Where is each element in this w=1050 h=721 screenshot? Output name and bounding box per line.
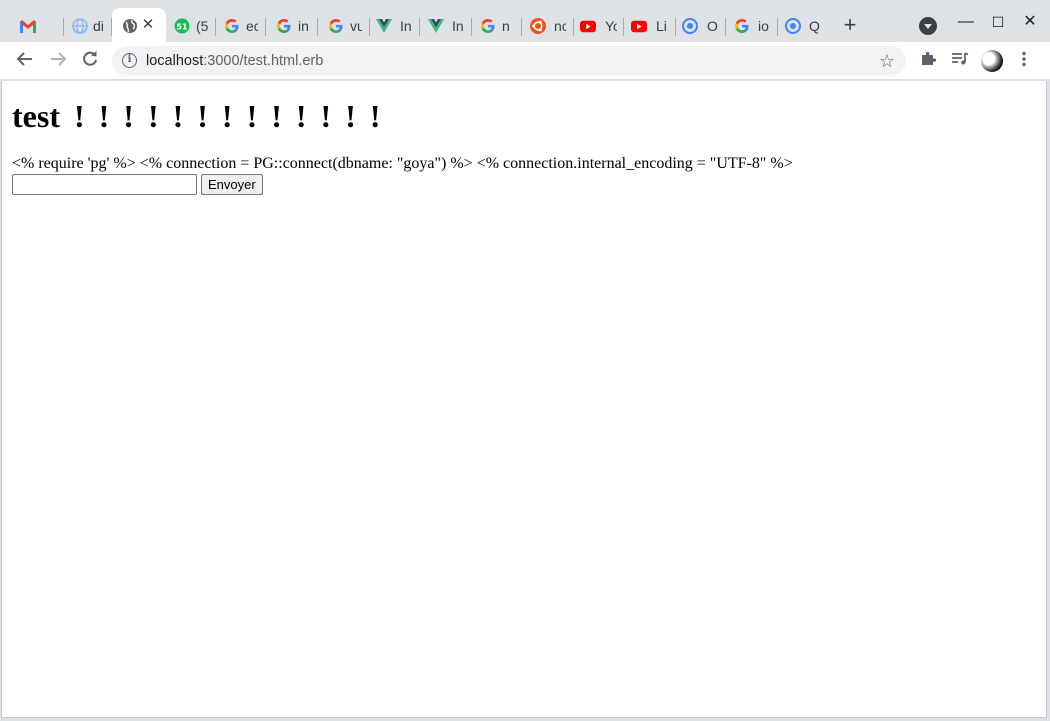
- tab-title: io: [758, 18, 769, 34]
- page-viewport: test ! ! ! ! ! ! ! ! ! ! ! ! ! <% requir…: [1, 81, 1047, 718]
- tab-ubuntu[interactable]: nc: [522, 8, 574, 42]
- tab-title: n: [502, 18, 510, 34]
- url-text[interactable]: localhost:3000/test.html.erb: [146, 52, 323, 70]
- tab-title: Q: [809, 18, 820, 34]
- tab-title: vu: [350, 18, 362, 34]
- chromium-icon: [682, 18, 698, 34]
- globe-blue-icon: [72, 18, 88, 34]
- youtube-icon: [580, 18, 596, 34]
- tab-title: (5: [196, 18, 208, 34]
- tab-title: Yo: [605, 18, 617, 34]
- extensions-puzzle-icon[interactable]: [917, 50, 939, 72]
- tab-youtube-yo[interactable]: Yo: [574, 8, 624, 42]
- google-icon: [224, 18, 240, 34]
- tab-google-ec[interactable]: ec: [216, 8, 266, 42]
- globe-icon: [122, 18, 138, 34]
- minimize-icon[interactable]: —: [955, 12, 977, 34]
- tab-vue-in[interactable]: In: [370, 8, 420, 42]
- tab-youtube-li[interactable]: Li: [624, 8, 676, 42]
- badge-51-icon: 51: [174, 18, 190, 34]
- tab-title: nc: [554, 18, 566, 34]
- url-path: :3000/test.html.erb: [203, 53, 324, 69]
- gmail-icon: [20, 18, 36, 34]
- tab-title: ec: [246, 18, 258, 34]
- tab-google-in[interactable]: in: [266, 8, 318, 42]
- submit-form: Envoyer: [12, 174, 263, 195]
- vue-icon: [428, 18, 444, 34]
- tab-vue-in-2[interactable]: In: [420, 8, 472, 42]
- chromium-icon: [785, 18, 801, 34]
- new-tab-plus-icon[interactable]: +: [838, 14, 862, 38]
- google-icon: [328, 18, 344, 34]
- tab-search-icon[interactable]: [919, 17, 937, 35]
- address-bar[interactable]: i localhost:3000/test.html.erb ☆: [112, 46, 906, 76]
- google-icon: [480, 18, 496, 34]
- site-info-icon[interactable]: i: [122, 53, 137, 68]
- url-host: localhost: [146, 53, 204, 69]
- browser-toolbar: i localhost:3000/test.html.erb ☆: [0, 42, 1050, 80]
- close-tab-icon[interactable]: ✕: [140, 17, 156, 33]
- back-arrow-icon[interactable]: [14, 50, 36, 72]
- tab-title: in: [298, 18, 309, 34]
- tab-title: In: [400, 18, 412, 34]
- media-queue-icon[interactable]: [949, 50, 971, 72]
- forward-arrow-icon[interactable]: [47, 50, 69, 72]
- vue-icon: [376, 18, 392, 34]
- envoyer-button[interactable]: Envoyer: [201, 174, 263, 195]
- bookmark-star-icon[interactable]: ☆: [877, 51, 897, 71]
- reload-icon[interactable]: [79, 50, 101, 72]
- tab-gmail[interactable]: [8, 8, 64, 42]
- maximize-icon[interactable]: ☐: [987, 12, 1009, 34]
- tab-strip: di ✕ 51 (5 ec in vu In In n nc Yo Li O i…: [0, 0, 1050, 44]
- google-icon: [734, 18, 750, 34]
- tab-title: O: [707, 18, 718, 34]
- svg-text:51: 51: [176, 23, 188, 32]
- tab-chromium-q[interactable]: Q: [778, 8, 828, 42]
- tab-google-io[interactable]: io: [726, 8, 778, 42]
- tab-active-localhost[interactable]: ✕: [112, 8, 166, 44]
- profile-avatar[interactable]: [981, 50, 1003, 72]
- youtube-icon: [631, 18, 647, 34]
- tab-di[interactable]: di: [60, 8, 112, 42]
- menu-kebab-icon[interactable]: [1013, 50, 1035, 72]
- tab-51[interactable]: 51 (5: [166, 8, 216, 42]
- erb-code-text: <% require 'pg' %> <% connection = PG::c…: [12, 155, 793, 172]
- tab-google-vu[interactable]: vu: [318, 8, 370, 42]
- tab-title: Li: [656, 18, 667, 34]
- close-window-icon[interactable]: ✕: [1019, 12, 1041, 34]
- text-input[interactable]: [12, 174, 197, 195]
- tab-chromium-o[interactable]: O: [676, 8, 726, 42]
- google-icon: [276, 18, 292, 34]
- tab-title: di: [93, 18, 104, 34]
- tab-title: In: [452, 18, 464, 34]
- tab-google-n[interactable]: n: [472, 8, 522, 42]
- ubuntu-icon: [530, 18, 546, 34]
- page-heading: test ! ! ! ! ! ! ! ! ! ! ! ! !: [12, 98, 381, 134]
